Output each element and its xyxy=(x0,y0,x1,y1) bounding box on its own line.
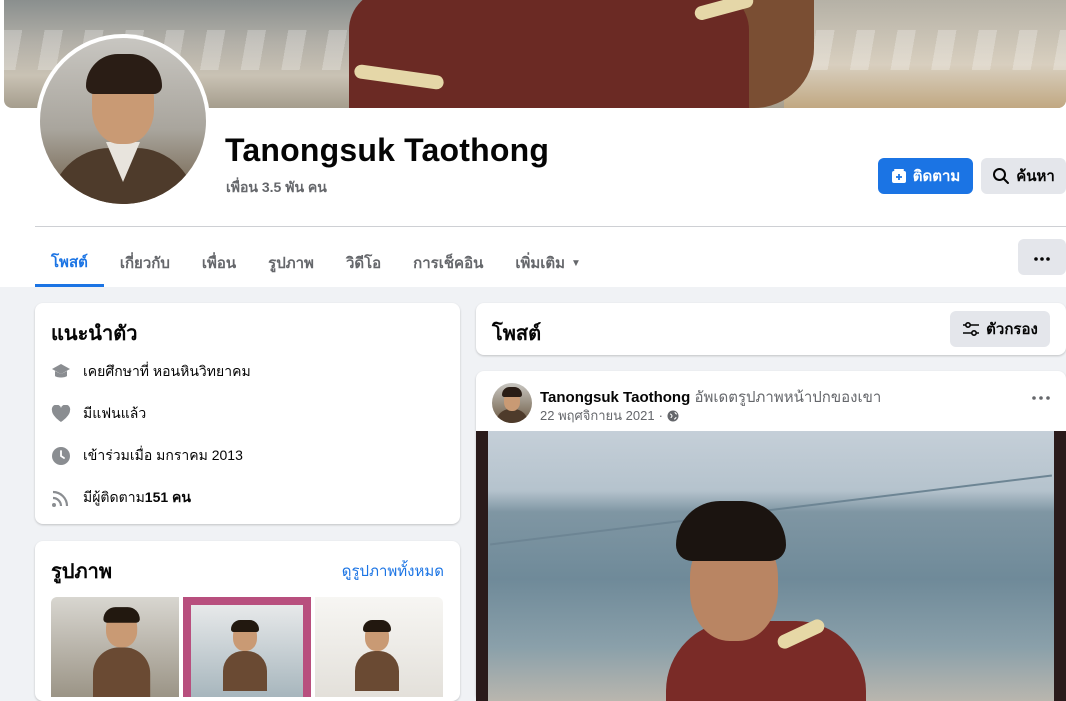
profile-tabs: โพสต์ เกี่ยวกับ เพื่อน รูปภาพ วิดีโอ การ… xyxy=(35,240,597,288)
posts-header-card: โพสต์ ตัวกรอง xyxy=(476,303,1066,355)
profile-header: Tanongsuk Taothong เพื่อน 3.5 พัน คน ติด… xyxy=(0,0,1066,287)
photo-thumbnail[interactable] xyxy=(183,597,311,697)
search-button[interactable]: ค้นหา xyxy=(981,158,1066,194)
tab-more[interactable]: เพิ่มเติม ▼ xyxy=(499,240,597,286)
photos-title: รูปภาพ xyxy=(51,561,113,583)
sliders-icon xyxy=(962,322,980,336)
intro-item-relationship: มีแฟนแล้ว xyxy=(51,403,146,425)
tab-posts[interactable]: โพสต์ xyxy=(35,240,104,287)
more-options-button[interactable] xyxy=(1018,239,1066,275)
tab-about[interactable]: เกี่ยวกับ xyxy=(104,240,186,286)
heart-icon xyxy=(51,404,71,424)
header-divider xyxy=(35,226,1066,227)
search-label: ค้นหา xyxy=(1016,168,1055,185)
intro-item-education: เคยศึกษาที่ หอนหินวิทยาคม xyxy=(51,361,251,383)
follow-label: ติดตาม xyxy=(912,168,961,185)
avatar xyxy=(40,38,206,204)
filter-label: ตัวกรอง xyxy=(986,321,1038,338)
friends-count[interactable]: เพื่อน 3.5 พัน คน xyxy=(226,177,327,199)
post-options-button[interactable] xyxy=(1032,387,1050,405)
post-action-text: อัพเดตรูปภาพหน้าปกของเขา xyxy=(694,389,882,406)
post-card: Tanongsuk Taothong อัพเดตรูปภาพหน้าปกของ… xyxy=(476,371,1066,701)
search-icon xyxy=(992,167,1010,185)
post-author-name[interactable]: Tanongsuk Taothong xyxy=(540,389,690,406)
post-date[interactable]: 22 พฤศจิกายน 2021 xyxy=(540,405,655,426)
follow-button[interactable]: ติดตาม xyxy=(878,158,973,194)
tab-photos[interactable]: รูปภาพ xyxy=(252,240,330,286)
follow-icon xyxy=(891,168,907,184)
profile-picture[interactable] xyxy=(36,34,210,208)
clock-icon xyxy=(51,446,71,466)
posts-title: โพสต์ xyxy=(492,323,542,345)
caret-down-icon: ▼ xyxy=(571,257,581,269)
post-meta: 22 พฤศจิกายน 2021 · xyxy=(540,405,679,426)
graduation-cap-icon xyxy=(51,362,71,382)
photos-card: รูปภาพ ดูรูปภาพทั้งหมด xyxy=(35,541,460,701)
more-dots-icon xyxy=(1032,387,1050,404)
meta-separator: · xyxy=(658,408,663,423)
tab-videos[interactable]: วิดีโอ xyxy=(330,240,397,286)
intro-item-followers[interactable]: มีผู้ติดตาม 151 คน xyxy=(51,487,191,509)
more-dots-icon xyxy=(1034,248,1050,266)
post-photo[interactable] xyxy=(476,431,1066,701)
intro-title: แนะนำตัว xyxy=(51,323,138,345)
filter-button[interactable]: ตัวกรอง xyxy=(950,311,1050,347)
profile-name: Tanongsuk Taothong xyxy=(225,132,550,168)
globe-icon xyxy=(667,410,679,422)
rss-icon xyxy=(51,488,71,508)
intro-card: แนะนำตัว เคยศึกษาที่ หอนหินวิทยาคม มีแฟน… xyxy=(35,303,460,524)
tab-checkins[interactable]: การเช็คอิน xyxy=(397,240,499,286)
post-author-avatar[interactable] xyxy=(492,383,532,423)
tab-friends[interactable]: เพื่อน xyxy=(186,240,252,286)
intro-item-joined: เข้าร่วมเมื่อ มกราคม 2013 xyxy=(51,445,243,467)
photo-thumbnail[interactable] xyxy=(315,597,443,697)
photo-thumbnail[interactable] xyxy=(51,597,179,697)
see-all-photos-link[interactable]: ดูรูปภาพทั้งหมด xyxy=(342,559,444,583)
